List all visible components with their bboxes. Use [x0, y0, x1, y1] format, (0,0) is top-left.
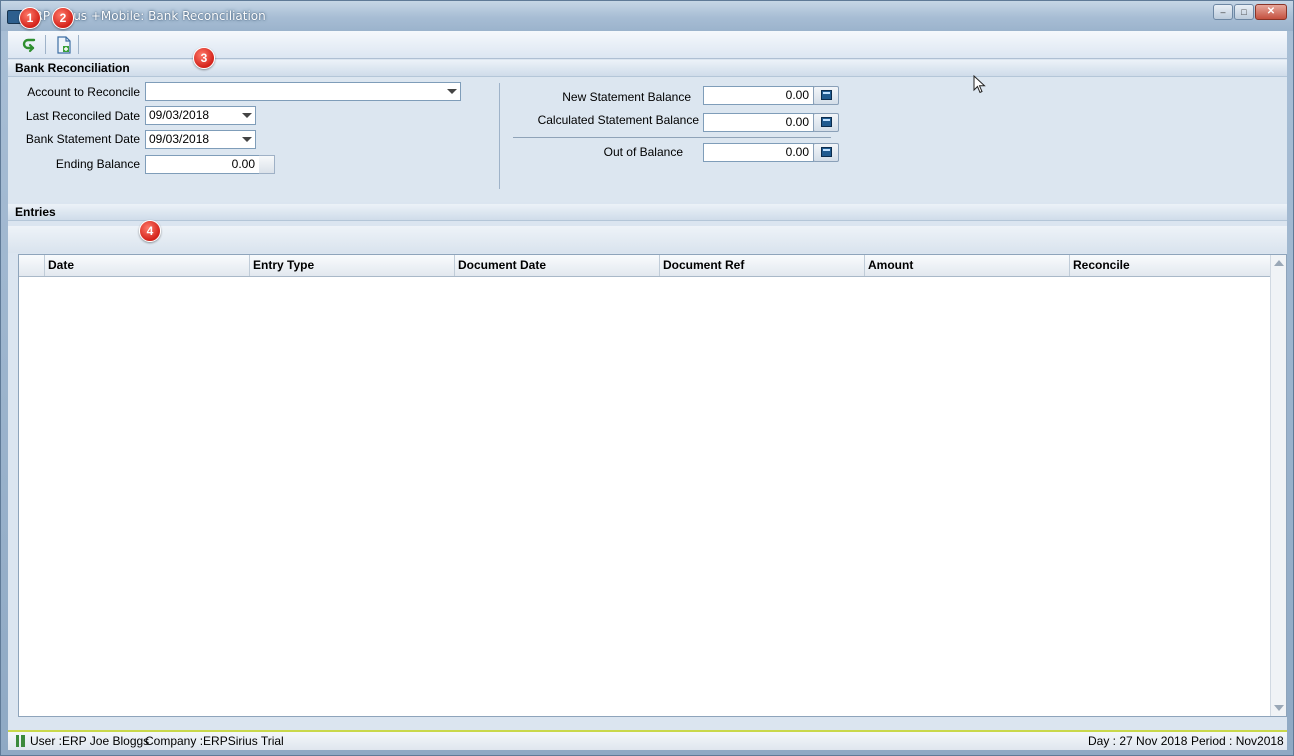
column-header-date[interactable]: Date: [44, 255, 249, 276]
new-statement-balance-input[interactable]: 0.00: [703, 86, 814, 105]
return-button[interactable]: [19, 34, 41, 56]
toolbar-separator: [45, 35, 46, 54]
new-document-icon: [57, 36, 71, 54]
ending-balance-button[interactable]: [259, 155, 275, 174]
account-to-reconcile-combo[interactable]: [145, 82, 461, 101]
panel-divider-horizontal: [513, 137, 831, 138]
bank-statement-date-label: Bank Statement Date: [25, 132, 140, 146]
toolbar-separator: [78, 35, 79, 54]
row-selector-header: [19, 255, 44, 276]
client-area: Bank Reconciliation Account to Reconcile…: [8, 31, 1287, 750]
entries-toolbar: [8, 226, 1287, 253]
minimize-button[interactable]: –: [1213, 4, 1233, 20]
entries-table[interactable]: Date Entry Type Document Date Document R…: [18, 254, 1287, 717]
new-statement-calculator-button[interactable]: [813, 86, 839, 105]
column-header-document-date[interactable]: Document Date: [454, 255, 659, 276]
ending-balance-input[interactable]: 0.00: [145, 155, 260, 174]
status-user: User :ERP Joe Bloggs: [30, 734, 150, 748]
annotation-badge-4: 4: [139, 220, 161, 242]
application-window: ERP Sirius +Mobile: Bank Reconciliation …: [0, 0, 1294, 756]
chevron-down-icon[interactable]: [447, 89, 457, 94]
bank-statement-date-picker[interactable]: 09/03/2018: [145, 130, 256, 149]
calculated-statement-balance-label: Calculated Statement Balance: [537, 113, 699, 127]
status-day: Day : 27 Nov 2018: [1088, 734, 1188, 748]
new-statement-balance-label: New Statement Balance: [562, 90, 691, 104]
window-controls: – □ ✕: [1212, 4, 1287, 20]
bank-statement-date-value: 09/03/2018: [149, 132, 210, 146]
calculator-icon: [821, 117, 832, 127]
column-header-document-ref[interactable]: Document Ref: [659, 255, 864, 276]
status-period: Period : Nov2018: [1191, 734, 1284, 748]
annotation-badge-1: 1: [19, 7, 41, 29]
out-of-balance-label: Out of Balance: [603, 145, 683, 159]
chevron-down-icon[interactable]: [242, 113, 252, 118]
bank-reconciliation-panel: Account to Reconcile Last Reconciled Dat…: [8, 77, 1287, 202]
calculator-icon: [821, 90, 832, 100]
maximize-button[interactable]: □: [1234, 4, 1254, 20]
status-app-icon: [16, 735, 25, 747]
entries-header: Entries: [8, 204, 1287, 221]
column-header-entry-type[interactable]: Entry Type: [249, 255, 454, 276]
calculator-icon: [821, 147, 832, 157]
scroll-up-icon[interactable]: [1274, 260, 1284, 266]
mouse-cursor-icon: [973, 75, 986, 94]
title-bar[interactable]: ERP Sirius +Mobile: Bank Reconciliation …: [1, 1, 1293, 31]
panel-divider-vertical: [499, 83, 500, 189]
ending-balance-label: Ending Balance: [55, 157, 140, 171]
out-of-balance-calculator-button[interactable]: [813, 143, 839, 162]
column-header-reconcile[interactable]: Reconcile: [1069, 255, 1271, 276]
status-bar: User :ERP Joe Bloggs Company :ERPSirius …: [8, 730, 1287, 750]
account-to-reconcile-label: Account to Reconcile: [27, 85, 140, 99]
annotation-badge-2: 2: [52, 7, 74, 29]
out-of-balance-input[interactable]: 0.00: [703, 143, 814, 162]
last-reconciled-date-picker[interactable]: 09/03/2018: [145, 106, 256, 125]
column-header-amount[interactable]: Amount: [864, 255, 1069, 276]
return-icon: [22, 38, 36, 53]
calculated-statement-balance-input[interactable]: 0.00: [703, 113, 814, 132]
last-reconciled-date-value: 09/03/2018: [149, 108, 210, 122]
vertical-scrollbar[interactable]: [1270, 255, 1286, 716]
entries-table-header: Date Entry Type Document Date Document R…: [19, 255, 1271, 277]
chevron-down-icon[interactable]: [242, 137, 252, 142]
annotation-badge-3: 3: [193, 47, 215, 69]
close-button[interactable]: ✕: [1255, 4, 1287, 20]
last-reconciled-date-label: Last Reconciled Date: [25, 109, 140, 123]
scroll-down-icon[interactable]: [1274, 705, 1284, 711]
calculated-statement-calculator-button[interactable]: [813, 113, 839, 132]
status-company: Company :ERPSirius Trial: [145, 734, 284, 748]
new-document-button[interactable]: [53, 34, 75, 56]
